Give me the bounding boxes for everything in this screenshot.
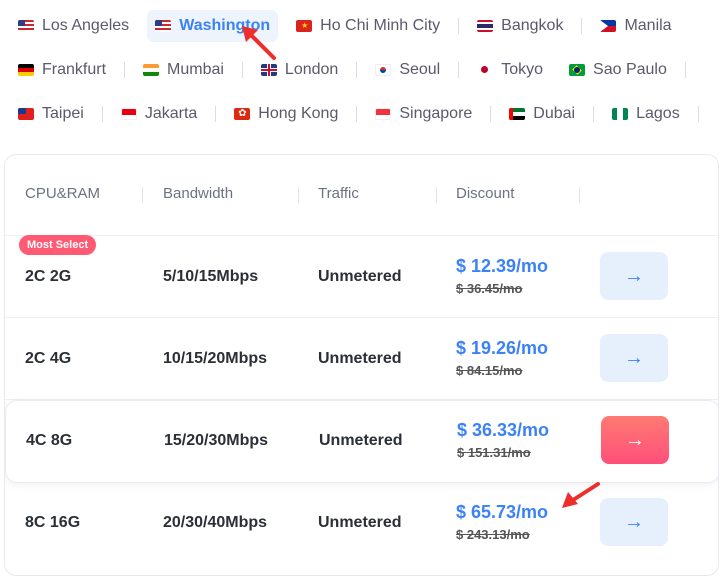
th-flag-icon bbox=[477, 20, 494, 32]
hk-flag-icon: ✿ bbox=[234, 108, 251, 120]
discount-price: $ 65.73/mo bbox=[456, 502, 549, 522]
pricing-table: CPU&RAM Bandwidth Traffic Discount 2C 2G… bbox=[4, 154, 719, 576]
location-tab-bangkok[interactable]: Bangkok bbox=[469, 10, 571, 42]
sg-flag-icon bbox=[375, 108, 392, 120]
table-row-featured: 4C 8G 15/20/30Mbps Unmetered $ 36.33/mo … bbox=[5, 400, 718, 483]
most-select-badge: Most Select bbox=[19, 235, 97, 255]
bandwidth-value: 10/15/20Mbps bbox=[163, 350, 268, 367]
cpu-ram-value: 2C 2G bbox=[25, 268, 72, 285]
location-selector: Los Angeles Washington ★ Ho Chi Minh Cit… bbox=[0, 0, 724, 150]
ng-flag-icon bbox=[612, 108, 629, 120]
divider bbox=[581, 18, 583, 34]
divider bbox=[298, 187, 299, 203]
divider bbox=[684, 62, 686, 78]
table-row: 8C 16G 20/30/40Mbps Unmetered $ 65.73/mo… bbox=[5, 482, 718, 563]
select-plan-button[interactable]: → bbox=[600, 498, 668, 546]
original-price: $ 151.31/mo bbox=[457, 445, 531, 460]
location-tab-sao-paulo[interactable]: Sao Paulo bbox=[561, 54, 675, 86]
bandwidth-value: 5/10/15Mbps bbox=[163, 268, 259, 285]
divider bbox=[579, 187, 580, 203]
location-tab-dubai[interactable]: Dubai bbox=[501, 98, 583, 130]
location-tab-ho-chi-minh-city[interactable]: ★ Ho Chi Minh City bbox=[288, 10, 448, 42]
traffic-value: Unmetered bbox=[318, 268, 402, 285]
location-tab-mumbai[interactable]: Mumbai bbox=[135, 54, 232, 86]
in-flag-icon bbox=[143, 64, 160, 76]
divider bbox=[458, 62, 460, 78]
column-header-traffic: Traffic bbox=[318, 185, 359, 202]
bandwidth-value: 15/20/30Mbps bbox=[164, 432, 269, 449]
jp-flag-icon bbox=[477, 64, 494, 76]
id-flag-icon bbox=[120, 108, 137, 120]
divider bbox=[124, 62, 126, 78]
select-plan-button[interactable]: → bbox=[600, 252, 668, 300]
discount-price: $ 19.26/mo bbox=[456, 338, 549, 358]
arrow-right-icon: → bbox=[625, 428, 645, 451]
table-row: 2C 2G 5/10/15Mbps Unmetered $ 12.39/mo $… bbox=[5, 236, 718, 318]
location-tab-washington[interactable]: Washington bbox=[147, 10, 279, 42]
cpu-ram-value: 8C 16G bbox=[25, 514, 81, 531]
location-tab-los-angeles[interactable]: Los Angeles bbox=[10, 10, 137, 42]
location-row: Frankfurt Mumbai London Seoul Tokyo Sao … bbox=[0, 52, 686, 88]
divider bbox=[593, 106, 595, 122]
divider bbox=[458, 18, 460, 34]
location-row: Los Angeles Washington ★ Ho Chi Minh Cit… bbox=[0, 8, 680, 44]
location-tab-frankfurt[interactable]: Frankfurt bbox=[10, 54, 114, 86]
divider bbox=[436, 187, 437, 203]
select-plan-button[interactable]: → bbox=[601, 416, 669, 464]
traffic-value: Unmetered bbox=[319, 432, 403, 449]
ae-flag-icon bbox=[509, 108, 526, 120]
divider bbox=[356, 62, 358, 78]
location-tab-singapore[interactable]: Singapore bbox=[367, 98, 480, 130]
divider bbox=[356, 106, 358, 122]
arrow-right-icon: → bbox=[624, 264, 644, 287]
discount-price: $ 36.33/mo bbox=[457, 420, 550, 440]
us-flag-icon bbox=[155, 20, 172, 32]
traffic-value: Unmetered bbox=[318, 514, 402, 531]
kr-flag-icon bbox=[375, 64, 392, 76]
location-tab-jakarta[interactable]: Jakarta bbox=[113, 98, 205, 130]
location-tab-seoul[interactable]: Seoul bbox=[367, 54, 448, 86]
bandwidth-value: 20/30/40Mbps bbox=[163, 514, 268, 531]
original-price: $ 84.15/mo bbox=[456, 363, 523, 378]
original-price: $ 36.45/mo bbox=[456, 281, 523, 296]
original-price: $ 243.13/mo bbox=[456, 527, 530, 542]
table-header: CPU&RAM Bandwidth Traffic Discount bbox=[5, 155, 718, 236]
column-header-bandwidth: Bandwidth bbox=[163, 185, 234, 202]
select-plan-button[interactable]: → bbox=[600, 334, 668, 382]
gb-flag-icon bbox=[260, 64, 277, 76]
tw-flag-icon bbox=[18, 108, 34, 120]
divider bbox=[697, 106, 699, 122]
cpu-ram-value: 4C 8G bbox=[26, 432, 73, 449]
location-tab-tokyo[interactable]: Tokyo bbox=[469, 54, 551, 86]
column-header-discount: Discount bbox=[456, 185, 515, 202]
traffic-value: Unmetered bbox=[318, 350, 402, 367]
divider bbox=[101, 106, 103, 122]
discount-price: $ 12.39/mo bbox=[456, 256, 549, 276]
location-tab-lagos[interactable]: Lagos bbox=[604, 98, 688, 130]
ph-flag-icon bbox=[600, 20, 617, 32]
divider bbox=[241, 62, 243, 78]
divider bbox=[215, 106, 217, 122]
arrow-right-icon: → bbox=[624, 346, 644, 369]
table-row: 2C 4G 10/15/20Mbps Unmetered $ 19.26/mo … bbox=[5, 318, 718, 400]
location-tab-manila[interactable]: Manila bbox=[592, 10, 679, 42]
de-flag-icon bbox=[18, 64, 34, 76]
location-tab-london[interactable]: London bbox=[253, 54, 346, 86]
br-flag-icon bbox=[569, 64, 586, 76]
vn-flag-icon: ★ bbox=[296, 20, 313, 32]
location-tab-taipei[interactable]: Taipei bbox=[10, 98, 92, 130]
cpu-ram-value: 2C 4G bbox=[25, 350, 72, 367]
arrow-right-icon: → bbox=[624, 510, 644, 533]
divider bbox=[490, 106, 492, 122]
divider bbox=[142, 187, 143, 203]
column-header-cpu-ram: CPU&RAM bbox=[25, 185, 101, 202]
location-tab-hong-kong[interactable]: ✿ Hong Kong bbox=[226, 98, 346, 130]
location-row: Taipei Jakarta ✿ Hong Kong Singapore Dub… bbox=[0, 96, 699, 132]
us-flag-icon bbox=[18, 20, 34, 32]
